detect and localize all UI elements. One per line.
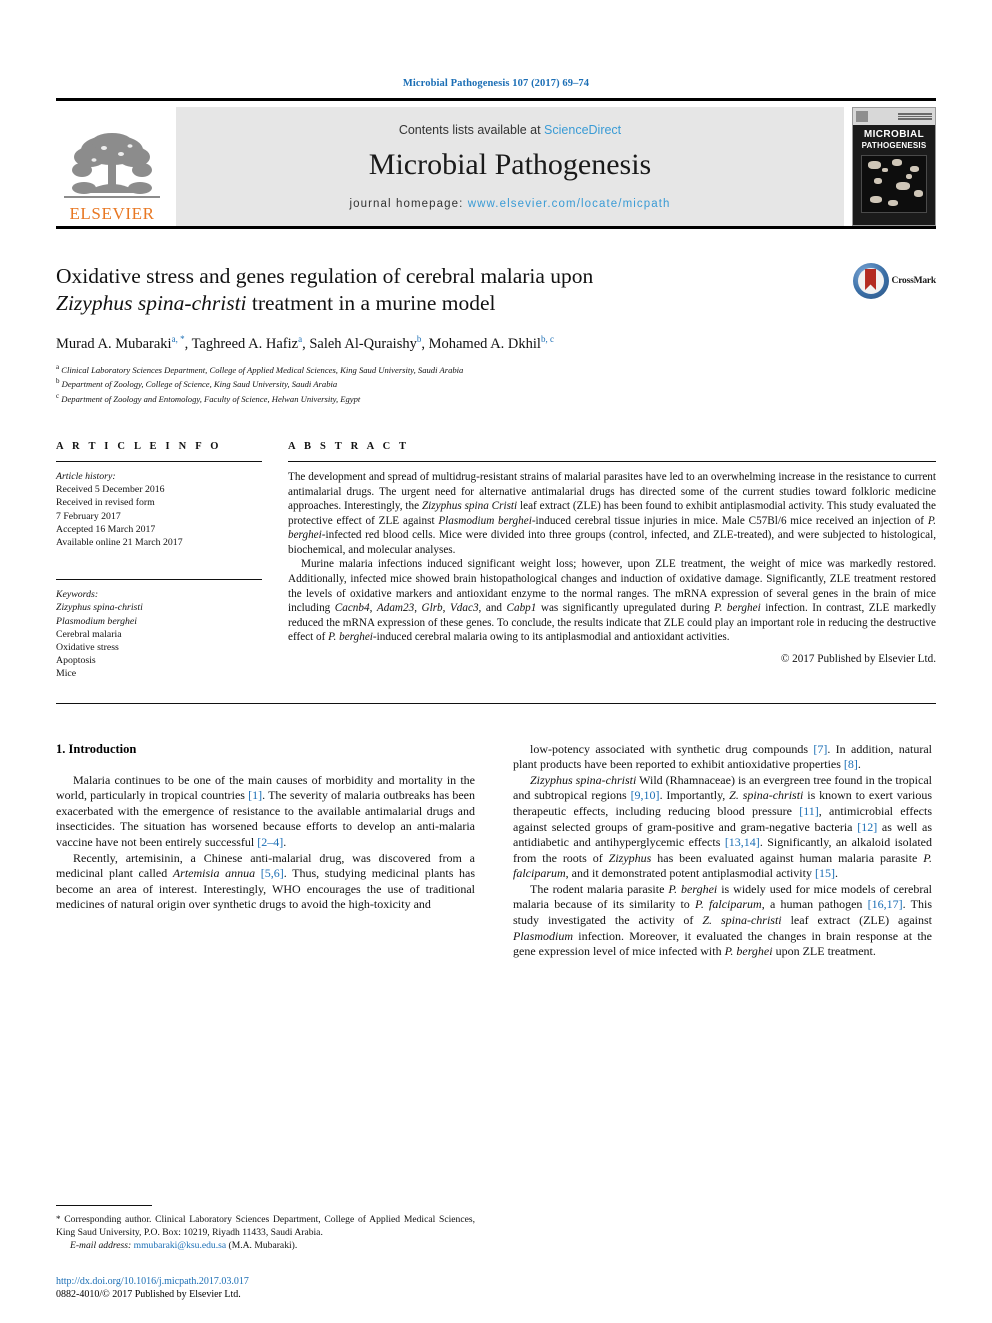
homepage-prefix: journal homepage: <box>349 198 468 210</box>
author-name: Taghreed A. Hafiz <box>191 335 299 352</box>
contents-prefix: Contents lists available at <box>398 123 545 137</box>
article-history-item: Available online 21 March 2017 <box>56 536 183 548</box>
journal-masthead: ELSEVIER Contents lists available at Sci… <box>56 107 936 226</box>
author-affiliation-mark: b <box>416 334 422 344</box>
email-label: E-mail address: <box>70 1240 132 1252</box>
info-abstract-section: A R T I C L E I N F O Article history: R… <box>56 441 936 681</box>
affiliation-item: a Clinical Laboratory Sciences Departmen… <box>56 362 464 375</box>
cover-elsevier-mark-icon <box>856 111 868 122</box>
title-block: CrossMark Oxidative stress and genes reg… <box>56 263 936 405</box>
journal-article-page: Microbial Pathogenesis 107 (2017) 69–74 <box>0 0 992 1323</box>
doi-link[interactable]: http://dx.doi.org/10.1016/j.micpath.2017… <box>56 1275 475 1288</box>
affiliation-list: a Clinical Laboratory Sciences Departmen… <box>56 362 936 405</box>
abstract-bottom-rule <box>56 702 936 704</box>
corresponding-author-note: * Corresponding author. Clinical Laborat… <box>56 1214 475 1238</box>
header-rule-top <box>56 98 936 101</box>
running-head: Microbial Pathogenesis 107 (2017) 69–74 <box>402 78 590 89</box>
author-name: Murad A. Mubaraki <box>56 335 172 352</box>
keyword-item: Apoptosis <box>56 655 96 667</box>
article-body: 1. Introduction Malaria continues to be … <box>56 742 936 960</box>
section-heading-introduction: 1. Introduction <box>56 741 137 756</box>
keywords-block: Keywords: Zizyphus spina-christi Plasmodi… <box>56 579 262 680</box>
article-info-divider <box>56 460 262 462</box>
article-history-block: Article history: Received 5 December 201… <box>56 470 262 549</box>
keyword-item: Zizyphus spina-christi <box>56 602 143 614</box>
author-name: Saleh Al-Quraishy <box>309 335 417 352</box>
title-species-italic: Zizyphus spina-christi <box>56 291 247 315</box>
article-info-heading: A R T I C L E I N F O <box>56 440 222 452</box>
cover-title-main: MICROBIAL <box>863 129 925 140</box>
masthead-center-panel: Contents lists available at ScienceDirec… <box>176 107 844 226</box>
author-affiliation-mark: a <box>298 334 303 344</box>
body-paragraph: The rodent malaria parasite P. berghei i… <box>513 881 933 959</box>
keywords-label: Keywords: <box>56 589 99 601</box>
sciencedirect-link[interactable]: ScienceDirect <box>544 123 621 137</box>
abstract-column: A B S T R A C T The development and spre… <box>288 441 936 681</box>
abstract-body: The development and spread of multidrug-… <box>288 470 936 667</box>
title-line-2-rest: treatment in a murine model <box>246 291 496 315</box>
cover-journal-title: MICROBIAL PATHOGENESIS <box>853 129 935 151</box>
footnote-rule <box>56 1205 152 1207</box>
email-link[interactable]: mmubaraki@ksu.edu.sa <box>134 1240 227 1251</box>
keyword-item: Cerebral malaria <box>56 628 122 640</box>
body-paragraph: low-potency associated with synthetic dr… <box>513 741 933 772</box>
keywords-items: Zizyphus spina-christi Plasmodium berghei… <box>56 601 262 680</box>
author-affiliation-mark: a, * <box>171 334 185 344</box>
article-history-item: Received in revised form <box>56 497 155 509</box>
elsevier-logo: ELSEVIER <box>56 107 168 226</box>
keywords-divider <box>56 579 262 581</box>
article-history-items: Received 5 December 2016 Received in revi… <box>56 483 262 549</box>
author-affiliation-mark: b, c <box>540 334 554 344</box>
article-history-item: Accepted 16 March 2017 <box>56 523 156 535</box>
affiliation-item: b Department of Zoology, College of Scie… <box>56 377 338 390</box>
article-info-column: A R T I C L E I N F O Article history: R… <box>56 441 288 681</box>
cover-header-text-lines <box>898 113 932 120</box>
abstract-paragraph-2: Murine malaria infections induced signif… <box>288 558 937 644</box>
footnote-area: * Corresponding author. Clinical Laborat… <box>56 1205 475 1301</box>
article-history-item: 7 February 2017 <box>56 510 121 522</box>
article-history-item: Received 5 December 2016 <box>56 484 165 496</box>
journal-homepage-link[interactable]: www.elsevier.com/locate/micpath <box>468 198 671 210</box>
body-paragraph: Recently, artemisinin, a Chinese anti-ma… <box>56 850 475 912</box>
introduction-right-text: low-potency associated with synthetic dr… <box>513 742 932 960</box>
body-paragraph: Zizyphus spina-christi Wild (Rhamnaceae)… <box>513 772 933 881</box>
keyword-item: Plasmodium berghei <box>56 615 137 627</box>
crossmark-badge[interactable]: CrossMark <box>852 263 937 299</box>
elsevier-wordmark: ELSEVIER <box>69 204 155 223</box>
keyword-item: Mice <box>56 668 77 680</box>
body-column-right: low-potency associated with synthetic dr… <box>513 742 932 960</box>
elsevier-tree-icon <box>64 133 160 198</box>
cover-title-sub: PATHOGENESIS <box>861 141 927 150</box>
abstract-paragraph-1: The development and spread of multidrug-… <box>288 470 936 556</box>
doi-block: http://dx.doi.org/10.1016/j.micpath.2017… <box>56 1275 475 1301</box>
introduction-left-text: Malaria continues to be one of the main … <box>56 773 475 913</box>
header-rule-bottom <box>56 226 936 229</box>
article-history-label: Article history: <box>56 470 116 482</box>
affiliation-item: c Department of Zoology and Entomology, … <box>56 391 361 404</box>
contents-available-line: Contents lists available at ScienceDirec… <box>399 123 621 137</box>
email-suffix: (M.A. Mubaraki). <box>226 1240 298 1252</box>
journal-title: Microbial Pathogenesis <box>368 148 652 181</box>
journal-homepage-line: journal homepage: www.elsevier.com/locat… <box>349 198 670 210</box>
email-note: E-mail address: mmubaraki@ksu.edu.sa (M.… <box>56 1240 475 1253</box>
author-name: Mohamed A. Dkhil <box>428 335 541 352</box>
abstract-divider <box>288 460 936 462</box>
body-column-left: 1. Introduction Malaria continues to be … <box>56 742 475 960</box>
title-line-1: Oxidative stress and genes regulation of… <box>56 264 594 288</box>
page-title: Oxidative stress and genes regulation of… <box>56 263 776 317</box>
cover-micrograph-image <box>861 155 927 213</box>
issn-copyright-line: 0882-4010/© 2017 Published by Elsevier L… <box>56 1289 241 1300</box>
body-paragraph: Malaria continues to be one of the main … <box>56 772 475 849</box>
abstract-copyright: © 2017 Published by Elsevier Ltd. <box>780 653 936 666</box>
journal-cover-thumbnail: MICROBIAL PATHOGENESIS <box>852 107 936 226</box>
abstract-heading: A B S T R A C T <box>288 440 410 452</box>
crossmark-label: CrossMark <box>891 276 937 286</box>
author-list: Murad A. Mubarakia, *, Taghreed A. Hafiz… <box>56 334 554 352</box>
cover-header-strip <box>853 108 935 125</box>
keyword-item: Oxidative stress <box>56 641 119 653</box>
crossmark-icon <box>852 263 889 299</box>
